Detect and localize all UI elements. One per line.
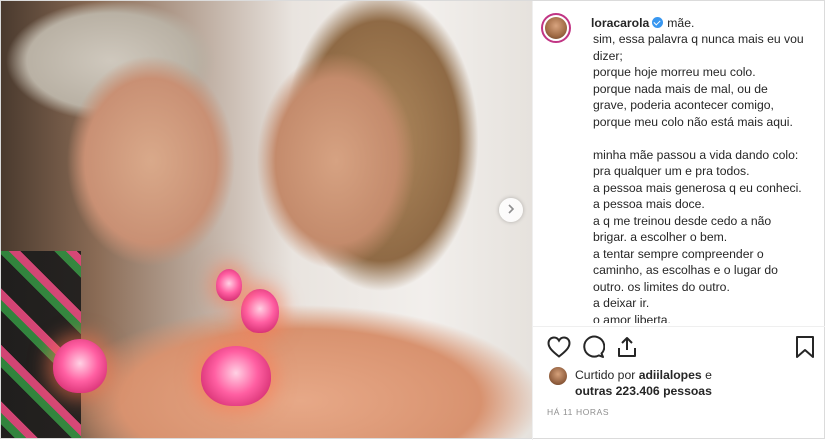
caption-line: brigar. a escolher o bem. — [593, 230, 728, 244]
caption-line: dizer; — [593, 48, 623, 63]
caption-line: a deixar ir. — [593, 296, 650, 310]
photo-heart-lamp — [53, 339, 107, 393]
comment-button[interactable] — [581, 335, 606, 364]
photo-heart-lamp — [241, 289, 279, 333]
caption-line: porque hoje morreu meu colo. — [593, 65, 756, 79]
caption-head: loracarola mãe. — [591, 15, 694, 32]
next-photo-button[interactable] — [499, 198, 523, 222]
caption-line: porque nada mais de mal, ou de — [593, 81, 768, 96]
bookmark-icon — [795, 335, 815, 364]
author-avatar[interactable] — [541, 13, 571, 43]
caption-line: a pessoa mais doce. — [593, 197, 705, 211]
likes-section: Curtido por adiilalopes e outras 223.406… — [549, 367, 712, 399]
caption-line: a pessoa mais generosa q eu conheci. — [593, 180, 802, 195]
caption-line: porque meu colo não está mais aqui. — [593, 114, 793, 129]
chevron-right-icon — [506, 201, 516, 219]
caption-line: outro. os limites do outro. — [593, 279, 730, 294]
verified-badge-icon — [652, 17, 664, 28]
comment-icon — [581, 335, 606, 364]
heart-icon — [547, 335, 571, 363]
post-sidebar: loracarola mãe. sim, essa palavra q nunca… — [532, 1, 825, 440]
save-button[interactable] — [793, 335, 817, 364]
section-divider — [533, 326, 825, 327]
like-button[interactable] — [547, 335, 571, 363]
photo-heart-lamp — [216, 269, 242, 301]
action-bar — [547, 335, 817, 364]
caption-line: o amor liberta. — [593, 312, 671, 324]
likes-others-link[interactable]: outras 223.406 pessoas — [575, 384, 712, 398]
caption-line: caminho, as escolhas e o lugar do — [593, 263, 778, 277]
liker-avatar[interactable] — [549, 367, 567, 385]
caption-line: minha mãe passou a vida dando colo: — [593, 147, 799, 162]
post-timestamp[interactable]: HÁ 11 HORAS — [547, 407, 609, 417]
post-photo[interactable] — [1, 1, 532, 438]
liker-username[interactable]: adiilalopes — [639, 368, 702, 382]
caption-body: sim, essa palavra q nunca mais eu vou di… — [593, 31, 818, 323]
likes-text: Curtido por adiilalopes e outras 223.406… — [575, 367, 712, 399]
caption-first-line: mãe. — [667, 16, 695, 30]
caption-line: a q me treinou desde cedo a não — [593, 213, 772, 228]
post-header — [541, 13, 583, 43]
instagram-post: loracarola mãe. sim, essa palavra q nunca… — [0, 0, 825, 440]
caption-line: a tentar sempre compreender o — [593, 246, 764, 261]
caption-line: grave, poderia acontecer comigo, — [593, 98, 774, 112]
likes-joiner: e — [705, 368, 712, 382]
share-button[interactable] — [615, 335, 639, 364]
author-username[interactable]: loracarola — [591, 16, 649, 30]
share-icon — [615, 335, 639, 364]
caption-line: pra qualquer um e pra todos. — [593, 164, 750, 178]
caption-line: sim, essa palavra q nunca mais eu vou — [593, 32, 804, 46]
likes-prefix: Curtido por — [575, 368, 636, 382]
photo-heart-lamp — [201, 346, 271, 406]
